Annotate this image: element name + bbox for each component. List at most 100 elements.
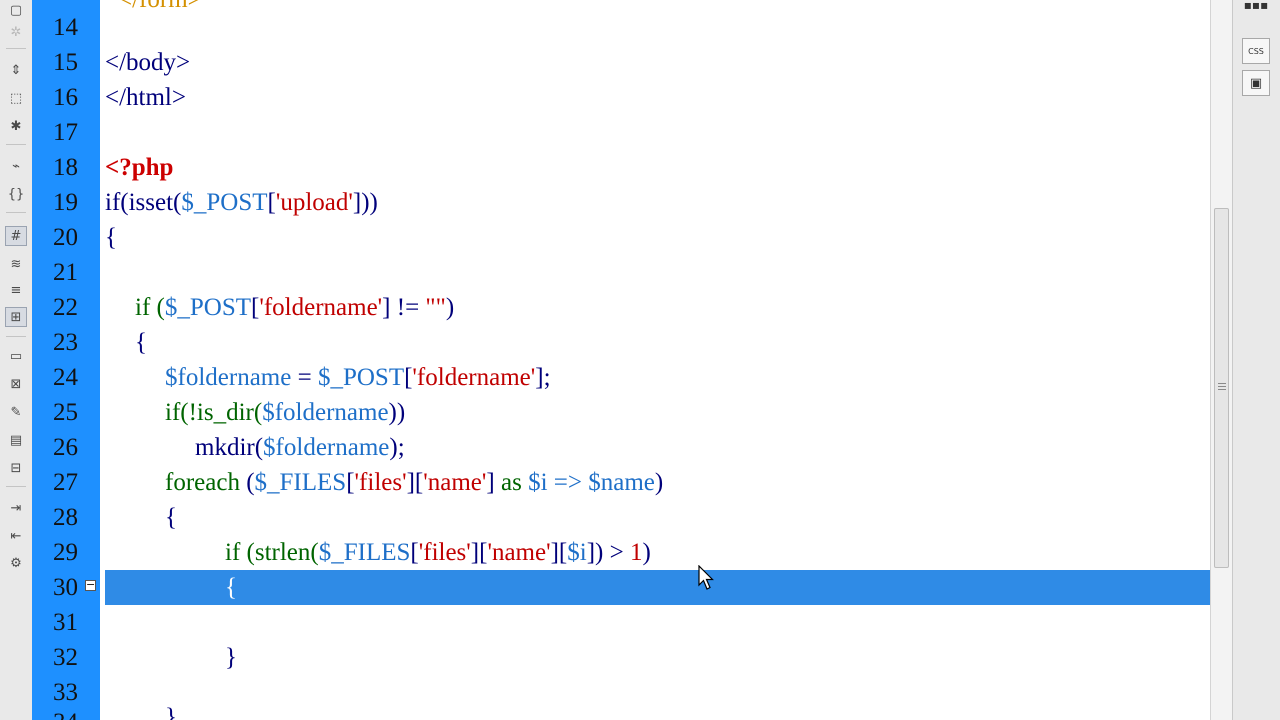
code-line-partial: } — [165, 704, 177, 720]
code-line-28: { — [165, 504, 177, 531]
remove-comment-icon[interactable]: ⊠ — [5, 374, 27, 394]
recent-snippets-icon[interactable]: ▤ — [5, 430, 27, 450]
code-token: $foldername — [263, 434, 390, 461]
code-token: if(!is_dir( — [165, 399, 263, 426]
code-line-30: { — [225, 574, 237, 601]
scroll-grip-icon — [1218, 383, 1226, 384]
code-token: 'files' — [354, 469, 407, 496]
code-token: 'foldername' — [412, 364, 536, 391]
code-token: ]) > — [586, 539, 630, 566]
line-number: 26 — [53, 434, 78, 461]
code-token: ) — [445, 294, 455, 321]
line-number: 18 — [53, 154, 78, 181]
insert-image-icon[interactable]: ▣ — [1242, 70, 1270, 96]
code-token: as — [501, 469, 522, 496]
line-number: 14 — [53, 14, 78, 41]
code-token: $_POST — [317, 364, 405, 391]
code-line-16: </html> — [105, 84, 186, 111]
code-line-29: if (strlen($_FILES['files']['name'][$i])… — [225, 535, 651, 570]
code-line-27: foreach ($_FILES['files']['name'] as $i … — [165, 465, 663, 500]
code-line-partial: </form> — [118, 0, 202, 17]
code-token: $_FILES — [318, 539, 411, 566]
line-number: 31 — [53, 609, 78, 636]
expand-all-icon[interactable]: ✱ — [5, 116, 27, 136]
code-line-23: { — [135, 329, 147, 356]
panel-grid-icon[interactable]: ▪▪▪ — [1242, 0, 1270, 18]
show-code-navigator-icon[interactable]: ✲ — [5, 22, 27, 42]
balance-braces-icon[interactable]: {} — [5, 184, 27, 204]
code-token: [ — [410, 539, 419, 566]
code-line-19: if(isset($_POST['upload'])) — [105, 185, 378, 220]
code-line-32: } — [225, 644, 237, 671]
code-token: "" — [425, 294, 446, 321]
code-token: ); — [389, 434, 405, 461]
highlight-invalid-code-icon[interactable]: ≋ — [5, 254, 27, 274]
code-token: $_POST — [181, 189, 268, 216]
line-number: 20 — [53, 224, 78, 251]
code-line-15: </body> — [105, 49, 191, 76]
collapse-full-tag-icon[interactable]: ⇕ — [5, 60, 27, 80]
code-token: $i — [567, 539, 587, 566]
code-token: )) — [388, 399, 406, 426]
scroll-grip-icon — [1218, 389, 1226, 390]
line-number: 23 — [53, 329, 78, 356]
indent-code-icon[interactable]: ⇥ — [5, 498, 27, 518]
line-number: 30 — [53, 574, 78, 601]
code-token: ][ — [406, 469, 424, 496]
line-number: 29 — [53, 539, 78, 566]
code-token: $foldername — [262, 399, 389, 426]
code-token: ) — [654, 469, 664, 496]
code-token: ][ — [550, 539, 568, 566]
word-wrap-icon[interactable]: ⊞ — [5, 307, 27, 327]
side-panel: ▪▪▪ CSS ▣ — [1232, 0, 1280, 720]
code-token: $_FILES — [254, 469, 347, 496]
code-token: ] != — [382, 294, 426, 321]
code-token: = — [291, 364, 318, 391]
line-number: 32 — [53, 644, 78, 671]
line-numbers-icon[interactable]: # — [5, 226, 27, 246]
apply-comment-icon[interactable]: ▭ — [5, 346, 27, 366]
outdent-code-icon[interactable]: ⇤ — [5, 526, 27, 546]
toolbar-divider — [6, 144, 26, 145]
code-line-22: if ($_POST['foldername'] != "") — [135, 290, 454, 325]
code-token: 'name' — [423, 469, 487, 496]
code-token: ])) — [352, 189, 378, 216]
code-token: if (strlen( — [225, 539, 319, 566]
code-token: if ( — [135, 294, 165, 321]
scrollbar-thumb[interactable] — [1214, 208, 1229, 568]
line-number: 22 — [53, 294, 78, 321]
code-token: 'upload' — [275, 189, 353, 216]
open-documents-icon[interactable]: ▢ — [5, 0, 27, 20]
collapse-selection-icon[interactable]: ⬚ — [5, 88, 27, 108]
css-styles-button[interactable]: CSS — [1242, 38, 1270, 64]
code-token: 'name' — [487, 539, 551, 566]
line-number: 15 — [53, 49, 78, 76]
code-line-18: <?php — [105, 154, 174, 181]
scroll-grip-icon — [1218, 386, 1226, 387]
format-source-code-icon[interactable]: ⚙ — [5, 553, 27, 573]
toolbar-divider — [6, 336, 26, 337]
collapse-toggle-icon[interactable]: − — [85, 579, 96, 591]
line-number: 16 — [53, 84, 78, 111]
line-number: 24 — [53, 364, 78, 391]
code-line-24: $foldername = $_POST['foldername']; — [165, 360, 551, 395]
line-number: 19 — [53, 189, 78, 216]
current-line-highlight — [105, 570, 1211, 605]
code-token: $foldername — [165, 364, 292, 391]
code-token: $_POST — [164, 294, 251, 321]
line-number: 17 — [53, 119, 78, 146]
code-token: ][ — [470, 539, 488, 566]
select-parent-tag-icon[interactable]: ⌁ — [5, 156, 27, 176]
vertical-scrollbar[interactable] — [1210, 0, 1233, 720]
line-number: 27 — [53, 469, 78, 496]
code-token: if(isset( — [105, 189, 182, 216]
toolbar-divider — [6, 212, 26, 213]
code-token: ) — [642, 539, 651, 566]
wrap-tag-icon[interactable]: ✎ — [5, 402, 27, 422]
move-css-icon[interactable]: ⊟ — [5, 458, 27, 478]
line-number: 34 — [32, 705, 78, 720]
syntax-coloring-icon[interactable]: ≡ — [5, 280, 27, 300]
code-line-25: if(!is_dir($foldername)) — [165, 395, 405, 430]
code-token: 'files' — [418, 539, 471, 566]
code-token: [ — [346, 469, 355, 496]
